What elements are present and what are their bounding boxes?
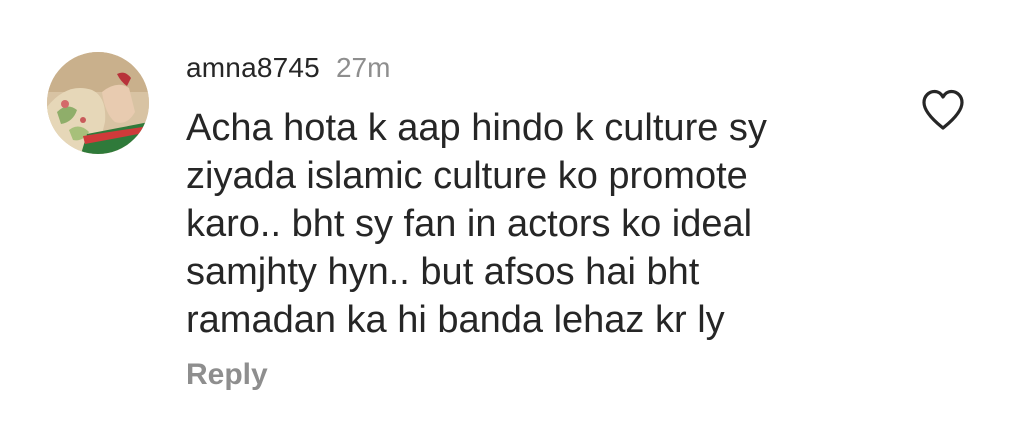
comment-text-line: karo.. bht sy fan in actors ko ideal <box>186 203 753 245</box>
comment-text-line: Acha hota k aap hindo k culture sy <box>186 107 767 149</box>
avatar[interactable] <box>47 52 149 154</box>
reply-button[interactable]: Reply <box>186 358 268 392</box>
username-link[interactable]: amna8745 <box>186 52 320 84</box>
avatar-image <box>47 52 149 154</box>
comment-header: amna8745 27m <box>186 52 390 86</box>
like-button[interactable] <box>920 88 966 132</box>
comment-text-line: samjhty hyn.. but afsos hai bht <box>186 251 700 293</box>
comment-item: amna8745 27m Acha hota k aap hindo k cul… <box>0 0 1024 430</box>
timestamp: 27m <box>335 52 391 83</box>
heart-outline-icon <box>922 89 964 130</box>
comment-text-line: ramadan ka hi banda lehaz kr ly <box>186 299 725 341</box>
comment-text-line: ziyada islamic culture ko promote <box>186 155 748 197</box>
comment-text: Acha hota k aap hindo k culture sy ziyad… <box>186 104 866 344</box>
